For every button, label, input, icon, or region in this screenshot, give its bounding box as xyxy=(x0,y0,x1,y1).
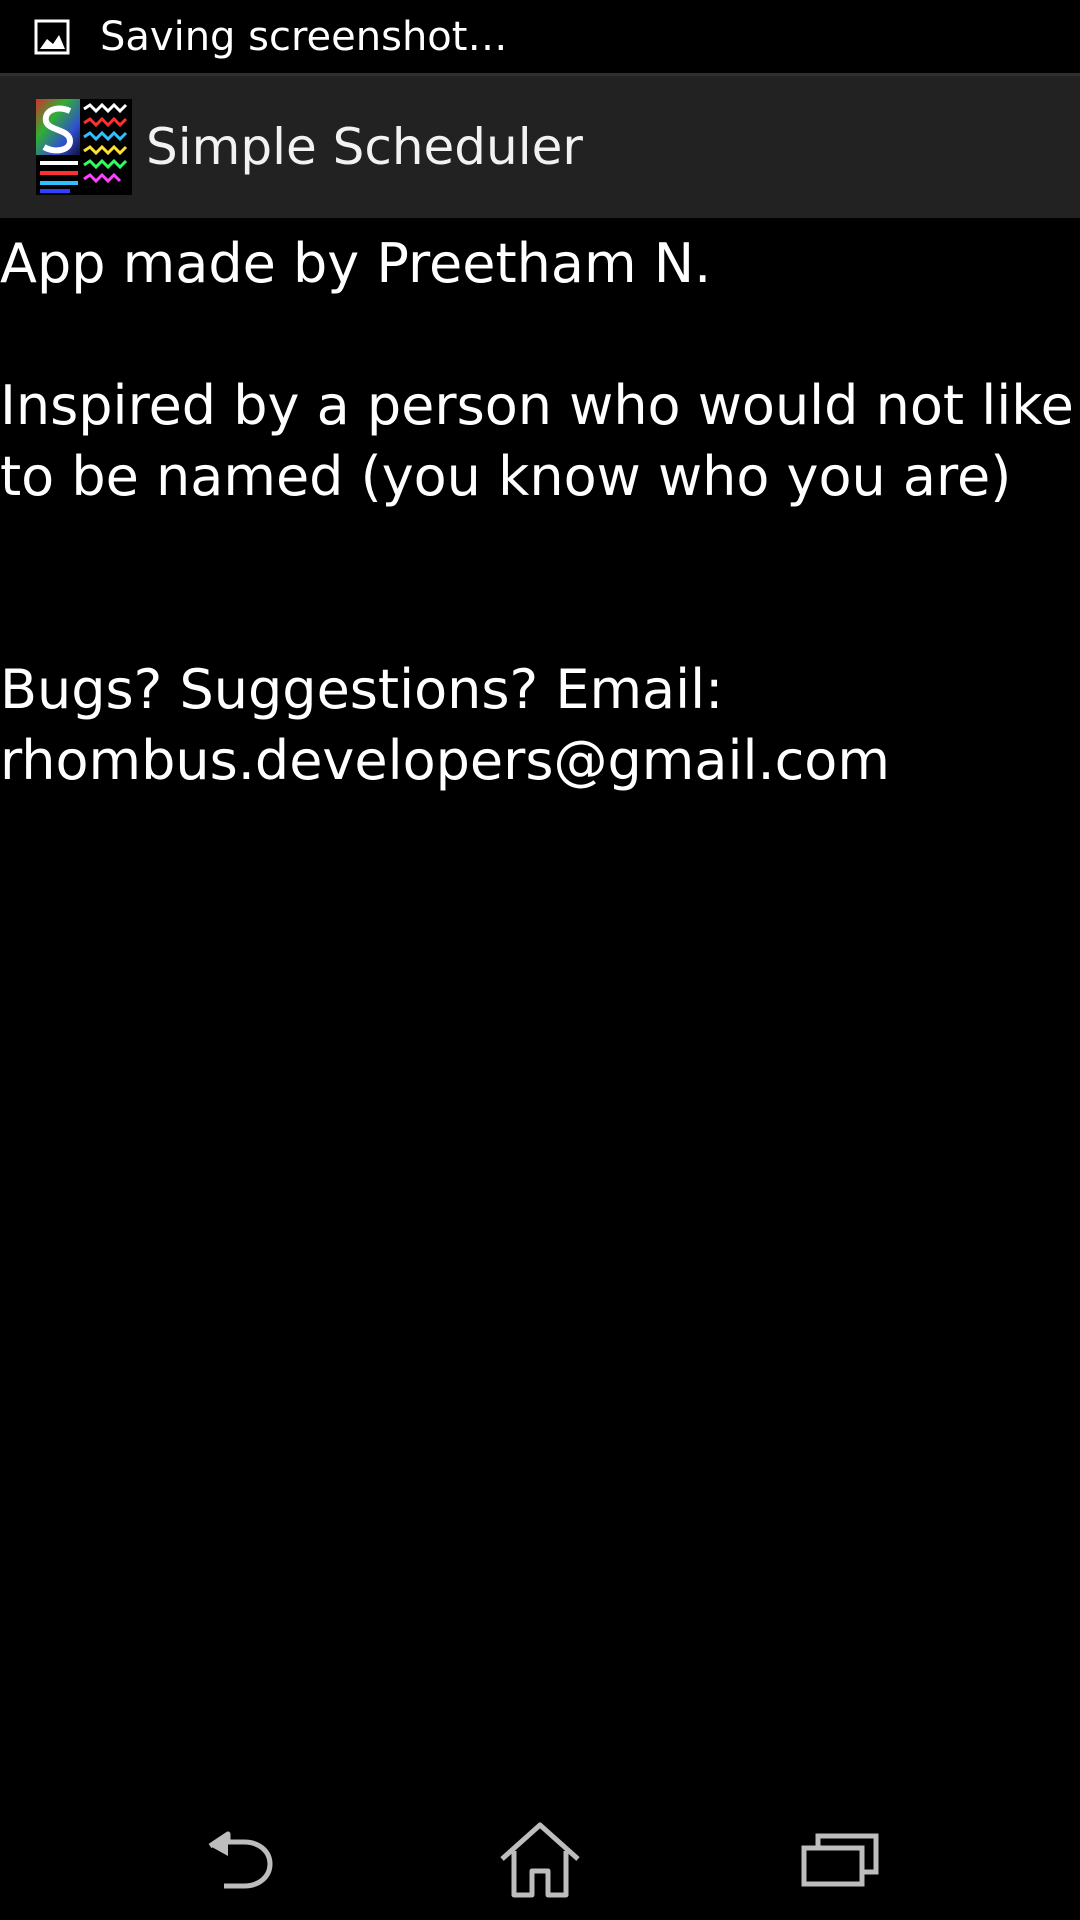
navigation-bar xyxy=(0,1780,1080,1920)
app-logo-icon[interactable] xyxy=(36,99,132,195)
inspired-text: Inspired by a person who would not like … xyxy=(0,374,1074,508)
about-content: App made by Preetham N. Inspired by a pe… xyxy=(0,228,1080,796)
author-text: App made by Preetham N. xyxy=(0,232,712,295)
screen: Saving screenshot… Simple Scheduler App … xyxy=(0,0,1080,1920)
recent-apps-icon xyxy=(801,1833,879,1887)
action-bar: Simple Scheduler xyxy=(0,76,1080,218)
status-notification-text: Saving screenshot… xyxy=(100,13,508,60)
image-icon xyxy=(34,19,70,54)
back-icon xyxy=(208,1831,273,1889)
app-title: Simple Scheduler xyxy=(146,118,583,176)
recent-apps-button[interactable] xyxy=(780,1820,900,1900)
contact-label: Bugs? Suggestions? Email: xyxy=(0,658,724,721)
contact-email[interactable]: rhombus.developers@gmail.com xyxy=(0,725,1080,796)
back-button[interactable] xyxy=(180,1820,300,1900)
status-bar: Saving screenshot… xyxy=(0,0,1080,76)
home-button[interactable] xyxy=(480,1820,600,1900)
home-icon xyxy=(500,1822,580,1898)
